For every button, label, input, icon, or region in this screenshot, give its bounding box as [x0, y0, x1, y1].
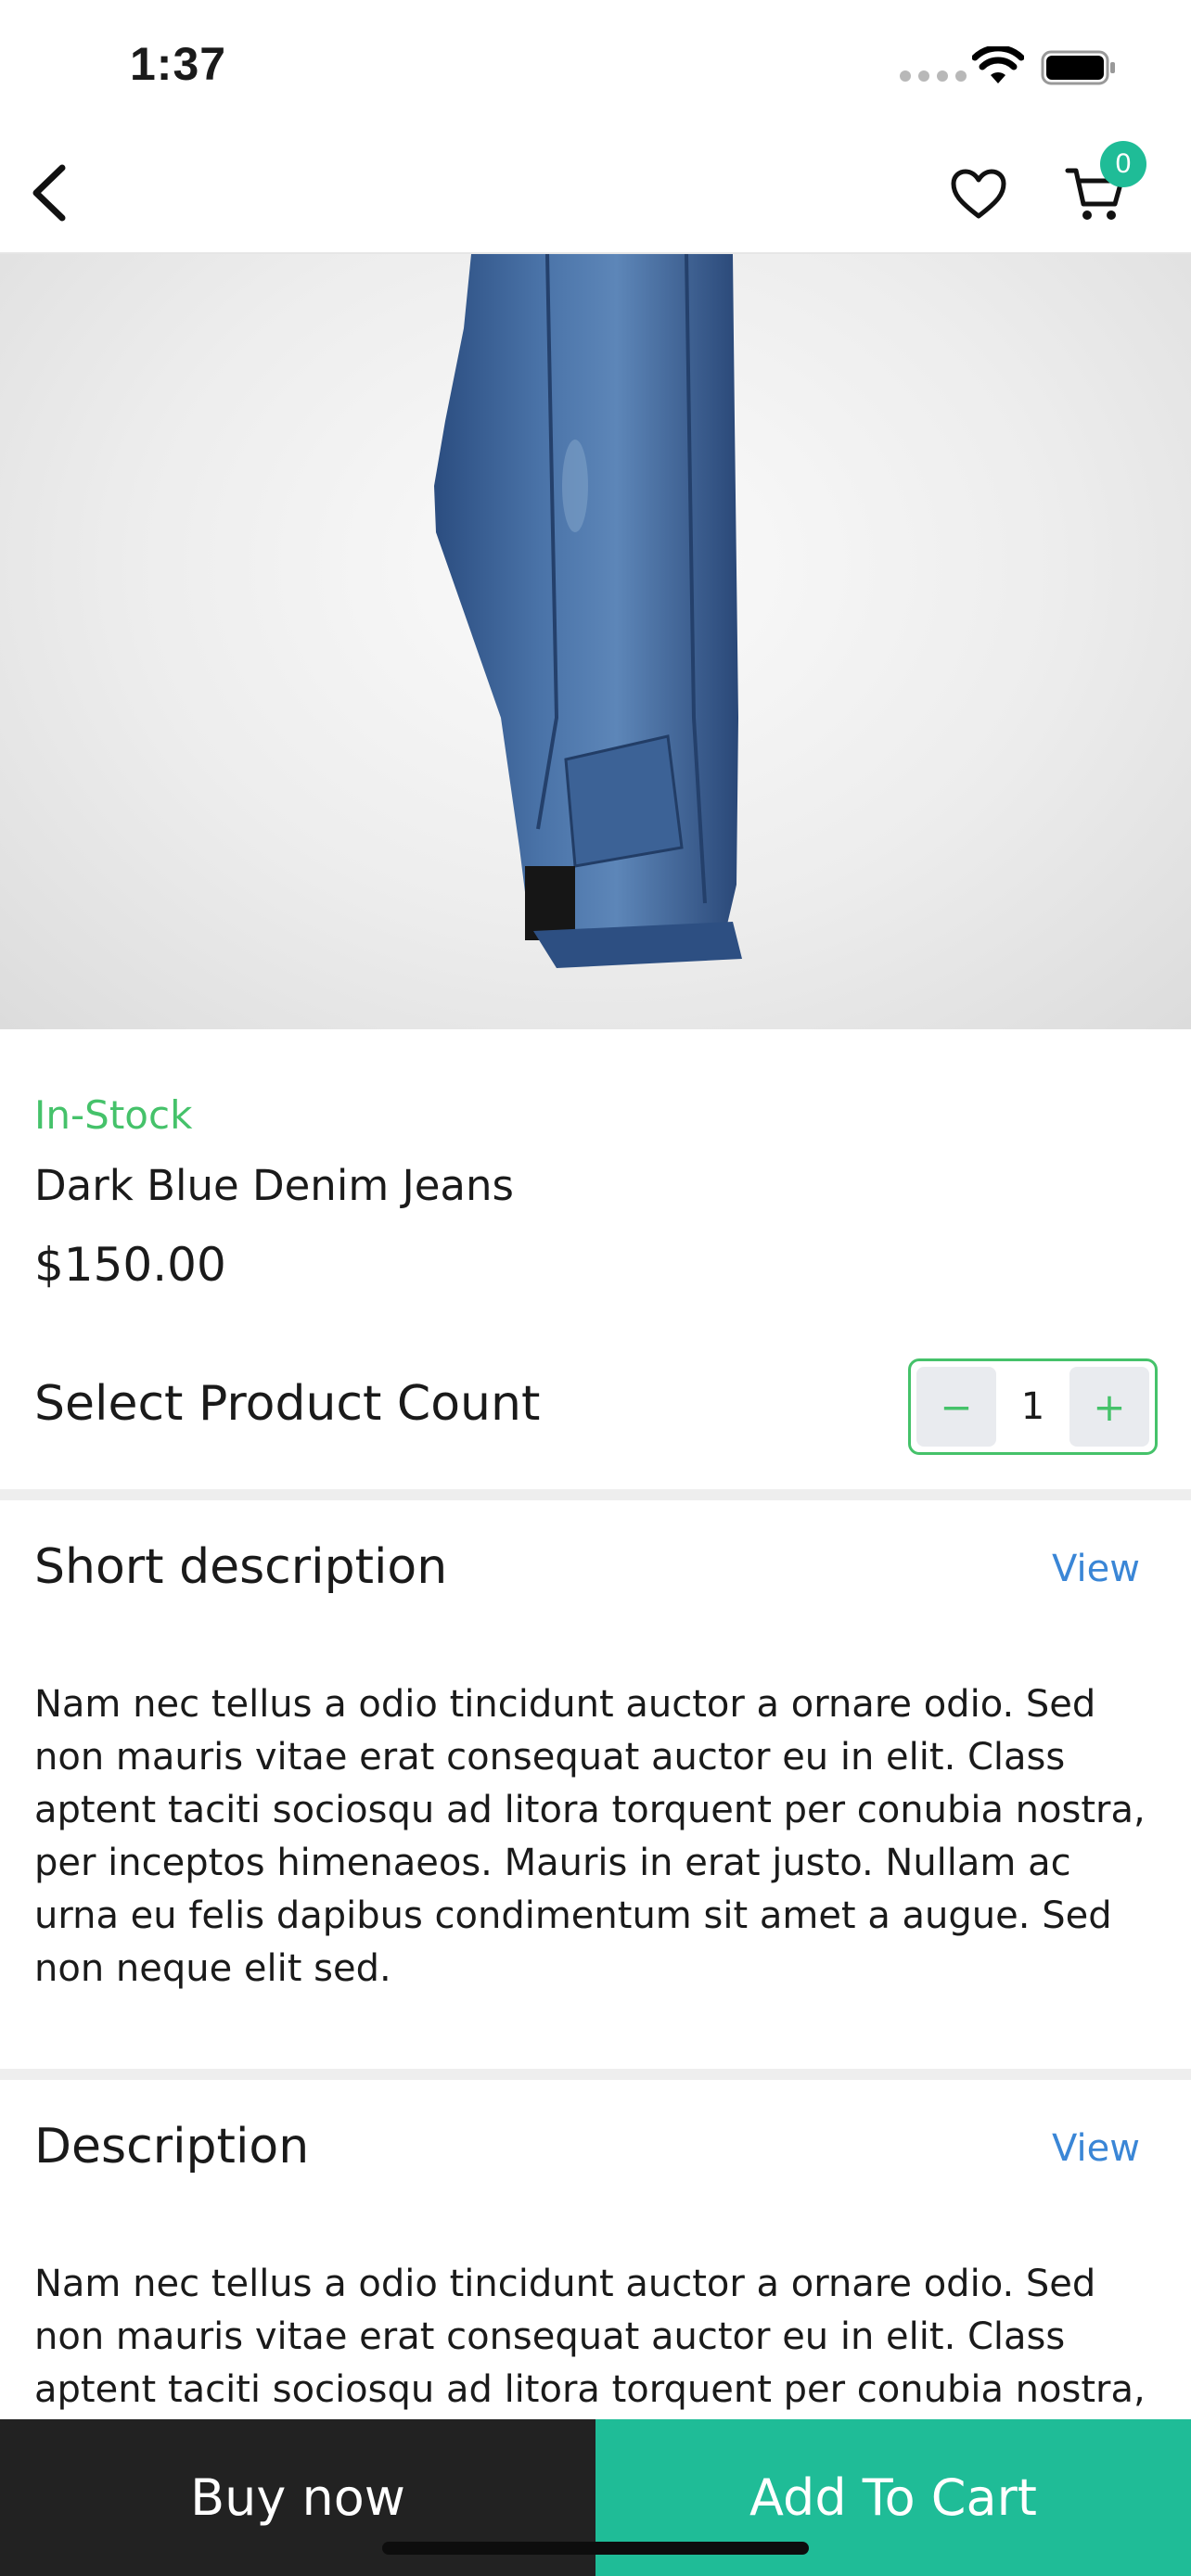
section-divider — [0, 2069, 1191, 2080]
product-image[interactable] — [0, 254, 1191, 1029]
quantity-stepper: − 1 + — [908, 1358, 1158, 1455]
wishlist-button[interactable] — [944, 159, 1013, 228]
section-divider — [0, 1489, 1191, 1500]
navigation-bar — [0, 130, 1191, 254]
back-button[interactable] — [17, 156, 82, 230]
product-count-label: Select Product Count — [34, 1376, 541, 1432]
increase-quantity-button[interactable]: + — [1069, 1367, 1149, 1447]
status-bar: 1:37 — [0, 0, 1191, 130]
product-price: $150.00 — [34, 1238, 226, 1292]
product-title: Dark Blue Denim Jeans — [34, 1161, 514, 1210]
description-view-link[interactable]: View — [1052, 2127, 1140, 2170]
status-time: 1:37 — [130, 38, 227, 90]
cart-count-badge: 0 — [1100, 141, 1146, 187]
home-indicator — [382, 2542, 809, 2555]
short-description-title: Short description — [34, 1539, 448, 1595]
description-title: Description — [34, 2119, 310, 2174]
battery-icon — [1041, 50, 1115, 85]
heart-icon — [951, 169, 1006, 219]
quantity-value: 1 — [1020, 1385, 1045, 1428]
decrease-quantity-button[interactable]: − — [916, 1367, 996, 1447]
stock-status: In-Stock — [34, 1092, 193, 1138]
jeans-image — [434, 254, 742, 968]
short-description-view-link[interactable]: View — [1052, 1548, 1140, 1590]
chevron-left-icon — [32, 164, 66, 222]
short-description-text: Nam nec tellus a odio tincidunt auctor a… — [34, 1683, 1146, 1990]
wifi-icon — [972, 46, 1024, 83]
cellular-signal-icon — [900, 70, 967, 82]
